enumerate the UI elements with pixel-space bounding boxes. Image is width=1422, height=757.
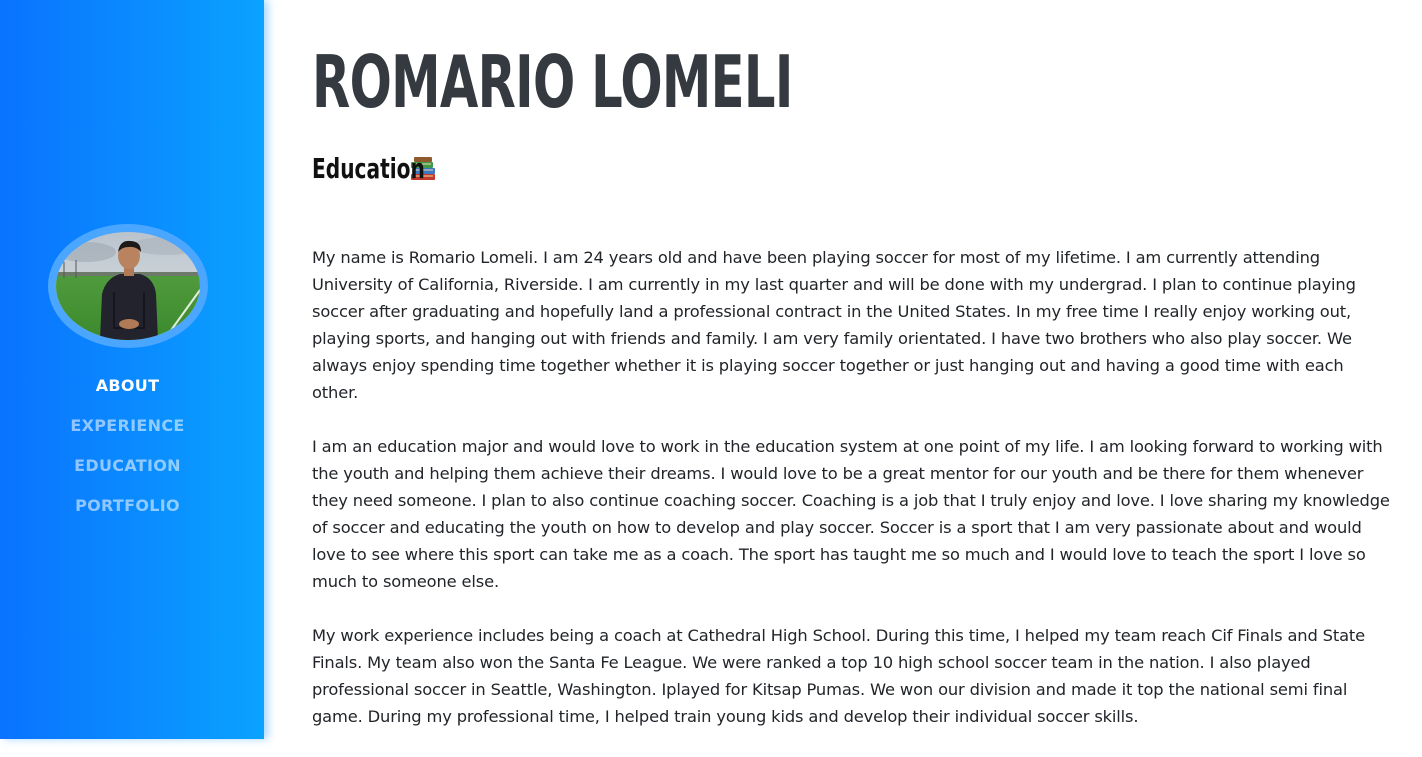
sidebar: ABOUT EXPERIENCE EDUCATION PORTFOLIO (0, 0, 264, 739)
nav-item-about[interactable]: ABOUT (0, 374, 255, 414)
section-heading: Education (312, 152, 438, 185)
avatar (56, 232, 200, 340)
page-title: ROMARIO LOMELI (312, 40, 793, 124)
paragraph-intro: My name is Romario Lomeli. I am 24 years… (312, 248, 1356, 402)
nav-item-portfolio[interactable]: PORTFOLIO (0, 494, 255, 534)
nav-item-experience[interactable]: EXPERIENCE (0, 414, 255, 454)
paragraph-education: I am an education major and would love t… (312, 437, 1390, 591)
nav-item-education[interactable]: EDUCATION (0, 454, 255, 494)
about-content: My name is Romario Lomeli. I am 24 years… (312, 244, 1390, 757)
avatar-ring (48, 224, 208, 348)
paragraph-experience: My work experience includes being a coac… (312, 626, 1365, 726)
sidebar-nav: ABOUT EXPERIENCE EDUCATION PORTFOLIO (0, 374, 255, 534)
section-title: Education (312, 152, 425, 185)
